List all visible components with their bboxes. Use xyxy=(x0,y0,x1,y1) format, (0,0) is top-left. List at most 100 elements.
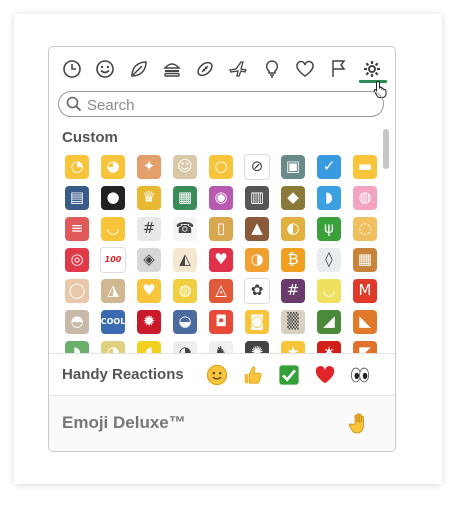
cow-icon: ◕ xyxy=(173,340,197,353)
search-input[interactable] xyxy=(85,94,379,116)
tab-custom[interactable] xyxy=(360,57,384,81)
custom-emoji-waffle[interactable]: ▦ xyxy=(347,244,379,275)
thumbs-up-icon[interactable] xyxy=(241,363,265,387)
custom-emoji-pikachu[interactable]: ◆ xyxy=(275,182,311,213)
tab-food[interactable] xyxy=(160,57,184,81)
movie-scene-icon: ▤ xyxy=(65,185,89,210)
custom-emoji-smile[interactable]: ◡ xyxy=(311,275,347,306)
custom-emoji-squirrel[interactable]: ◣ xyxy=(347,306,379,337)
tab-objects[interactable] xyxy=(260,57,284,81)
custom-emoji-robot[interactable]: ▣ xyxy=(275,151,311,182)
custom-emoji-slight-smile[interactable]: ◡ xyxy=(95,213,131,244)
custom-emoji-mario[interactable]: M xyxy=(347,275,379,306)
slack-logo-icon: # xyxy=(137,216,161,241)
custom-emoji-rolling-eyes[interactable]: ◙ xyxy=(239,306,275,337)
custom-emoji-thumbs-up-dark[interactable]: ▲ xyxy=(239,213,275,244)
party-icon: ✺ xyxy=(245,340,269,353)
custom-emoji-trophy[interactable]: ♛ xyxy=(131,182,167,213)
custom-emoji-beer-mugs[interactable]: ▯ xyxy=(203,213,239,244)
smile-icon: ◡ xyxy=(317,278,341,303)
custom-emoji-cool[interactable]: COOL xyxy=(95,306,131,337)
custom-emoji-spider[interactable]: ✶ xyxy=(311,337,347,353)
custom-emoji-crab[interactable]: ✹ xyxy=(131,306,167,337)
custom-emoji-penguin[interactable]: ● xyxy=(95,182,131,213)
custom-emoji-professor[interactable]: ☺ xyxy=(167,151,203,182)
custom-emoji-yellow-sheep[interactable]: ◔ xyxy=(95,337,131,353)
slightly-smiling-face-icon[interactable] xyxy=(205,363,229,387)
custom-emoji-white-blob[interactable]: ◊ xyxy=(311,244,347,275)
custom-emoji-surprised-face[interactable]: ○ xyxy=(203,151,239,182)
custom-emoji-sleeping[interactable]: ◒ xyxy=(167,306,203,337)
custom-emoji-unicorn[interactable]: ♞ xyxy=(203,337,239,353)
custom-emoji-slack-square[interactable]: # xyxy=(275,275,311,306)
custom-emoji-cake[interactable]: ◬ xyxy=(203,275,239,306)
custom-emoji-crying-face[interactable]: ◎ xyxy=(59,244,95,275)
custom-emoji-goat[interactable]: ◮ xyxy=(95,275,131,306)
custom-emoji-c3po[interactable]: ◐ xyxy=(275,213,311,244)
custom-emoji-pixel-art[interactable]: ▦ xyxy=(167,182,203,213)
duck-icon: ◖ xyxy=(137,340,161,353)
custom-emoji-hello-kitty[interactable]: ✿ xyxy=(239,275,275,306)
heart-eyes-icon: ♥ xyxy=(209,247,233,272)
custom-emoji-grumpy-cat[interactable]: ◓ xyxy=(59,306,95,337)
custom-emoji-phone[interactable]: ☎ xyxy=(167,213,203,244)
custom-emoji-cow[interactable]: ◕ xyxy=(167,337,203,353)
cactus-icon: ψ xyxy=(317,216,341,241)
custom-emoji-dinosaur[interactable]: ◢ xyxy=(311,306,347,337)
custom-emoji-gameboy[interactable]: ▥ xyxy=(239,182,275,213)
custom-emoji-fox[interactable]: ◤ xyxy=(347,337,379,353)
hello-kitty-icon: ✿ xyxy=(244,277,270,304)
custom-emoji-ghost[interactable]: ◭ xyxy=(167,244,203,275)
custom-emoji-parrot[interactable]: ✦ xyxy=(131,151,167,182)
tab-travel[interactable] xyxy=(226,57,250,81)
heart-emoji-icon[interactable] xyxy=(313,363,337,387)
tab-recent[interactable] xyxy=(60,57,84,81)
custom-emoji-raised-eyebrow[interactable]: ◕ xyxy=(95,151,131,182)
custom-emoji-slack-logo[interactable]: # xyxy=(131,213,167,244)
custom-emoji-bb8[interactable]: ◑ xyxy=(239,244,275,275)
tab-smileys[interactable] xyxy=(93,57,117,81)
homer-icon: ◍ xyxy=(173,278,197,303)
custom-emoji-sunglasses-face[interactable]: ▬ xyxy=(347,151,379,182)
custom-emoji-shocked-dog[interactable]: ◈ xyxy=(131,244,167,275)
custom-emoji-movie-scene[interactable]: ▤ xyxy=(59,182,95,213)
scrollbar[interactable] xyxy=(383,129,389,347)
custom-emoji-100[interactable]: 100 xyxy=(95,244,131,275)
custom-emoji-heart-eyes[interactable]: ♥ xyxy=(203,244,239,275)
custom-emoji-confused-chef[interactable]: ◔ xyxy=(59,151,95,182)
frog-icon: ◗ xyxy=(65,340,89,353)
eyes-icon[interactable] xyxy=(348,363,372,387)
scroll-thumb[interactable] xyxy=(383,129,389,169)
custom-emoji-mummy[interactable]: ▒ xyxy=(275,306,311,337)
custom-emoji-blue-bird[interactable]: ◗ xyxy=(311,182,347,213)
custom-emoji-ghostbusters[interactable]: ⊘ xyxy=(239,151,275,182)
custom-emoji-heart-eyes-smile[interactable]: ♥ xyxy=(131,275,167,306)
gear-icon xyxy=(364,61,380,77)
custom-emoji-homer[interactable]: ◍ xyxy=(167,275,203,306)
custom-emoji-cheshire-cat[interactable]: ◉ xyxy=(203,182,239,213)
custom-emoji-bun[interactable]: ◌ xyxy=(347,213,379,244)
custom-emoji-star-face[interactable]: ★ xyxy=(275,337,311,353)
section-title: Custom xyxy=(62,129,118,146)
professor-icon: ☺ xyxy=(173,154,197,179)
custom-emoji-pig[interactable]: ◍ xyxy=(347,182,379,213)
emoji-picker: Custom ◔ ◕ ✦ ☺ ○ ⊘ ▣ ✓ ▬ ▤ ● ♛ ▦ ◉ ▥ ◆ ◗ ◍ ≡ ◡ # ☎ ▯ ▲ ◐ ψ ◌ ◎ 100 ◈ ◭… xyxy=(48,46,396,452)
tab-symbols[interactable] xyxy=(293,57,317,81)
custom-emoji-rainbow-flag[interactable]: ≡ xyxy=(59,213,95,244)
white-check-mark-icon[interactable] xyxy=(277,363,301,387)
custom-emoji-verified-check[interactable]: ✓ xyxy=(311,151,347,182)
custom-emoji-egg[interactable]: ◯ xyxy=(59,275,95,306)
custom-emoji-frog[interactable]: ◗ xyxy=(59,337,95,353)
custom-emoji-cactus[interactable]: ψ xyxy=(311,213,347,244)
tab-nature[interactable] xyxy=(127,57,151,81)
custom-emoji-duck[interactable]: ◖ xyxy=(131,337,167,353)
custom-emoji-party[interactable]: ✺ xyxy=(239,337,275,353)
shocked-dog-icon: ◈ xyxy=(137,247,161,272)
surprised-face-icon: ○ xyxy=(209,154,233,179)
bb8-icon: ◑ xyxy=(245,247,269,272)
tab-activity[interactable] xyxy=(193,57,217,81)
verified-check-icon: ✓ xyxy=(317,154,341,179)
custom-emoji-bitcoin[interactable]: ₿ xyxy=(275,244,311,275)
custom-emoji-tongue[interactable]: ◘ xyxy=(203,306,239,337)
tab-flags[interactable] xyxy=(327,57,351,81)
